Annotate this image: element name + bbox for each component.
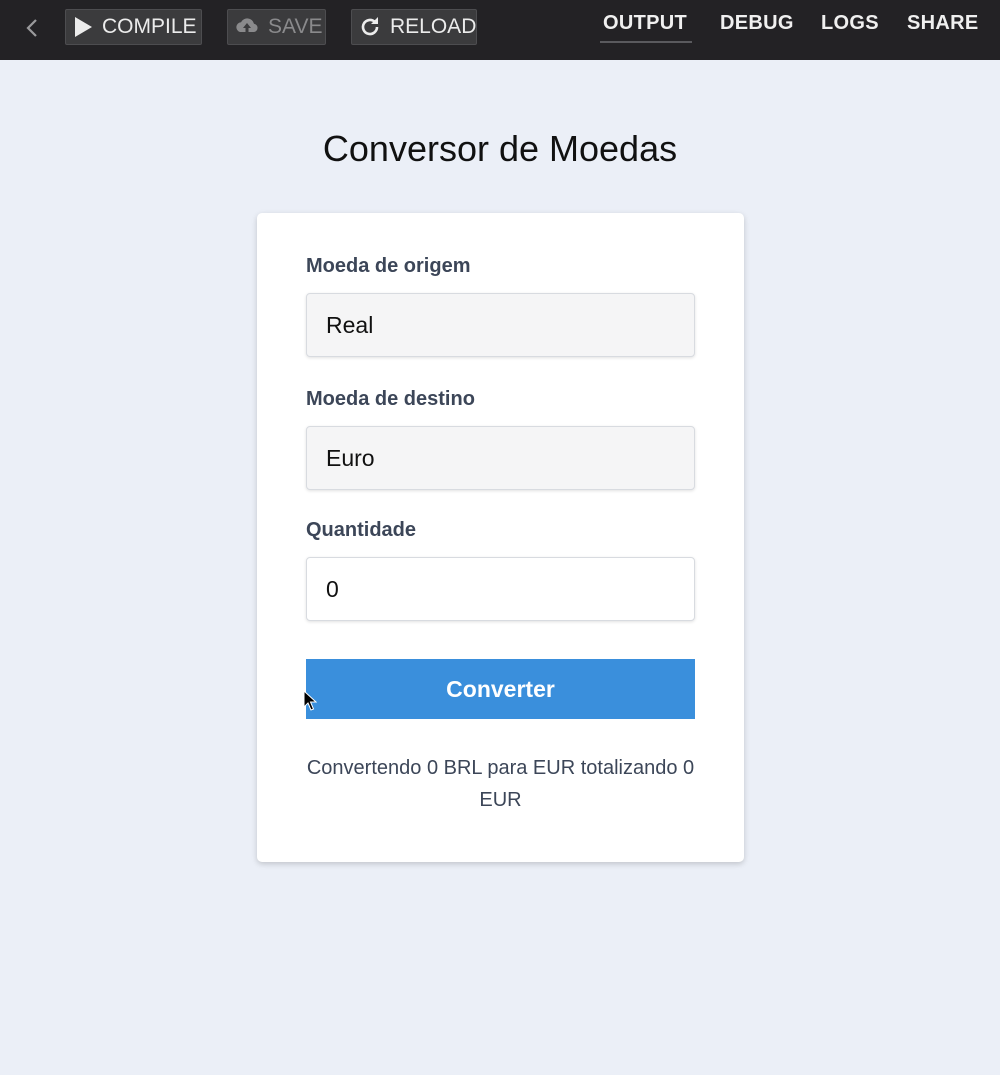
quantity-label: Quantidade	[306, 519, 417, 541]
compile-label: COMPILE	[102, 15, 197, 38]
destination-currency-label: Moeda de destino	[306, 388, 475, 410]
page-title: Conversor de Moedas	[322, 128, 678, 169]
reload-label: RELOAD	[390, 15, 477, 38]
compile-button[interactable]: COMPILE	[65, 9, 202, 45]
origin-currency-select[interactable]: Real	[306, 293, 695, 357]
tab-logs[interactable]: LOGS	[821, 12, 879, 35]
destination-currency-select[interactable]: Euro	[306, 426, 695, 490]
refresh-icon	[358, 13, 382, 41]
origin-currency-label: Moeda de origem	[306, 255, 471, 277]
reload-button[interactable]: RELOAD	[351, 9, 477, 45]
save-button[interactable]: SAVE	[227, 9, 326, 45]
tab-output[interactable]: OUTPUT	[603, 12, 687, 35]
chevron-left-icon	[26, 19, 37, 37]
active-tab-indicator	[600, 41, 692, 43]
convert-button[interactable]: Converter	[306, 659, 695, 719]
tab-debug[interactable]: DEBUG	[720, 12, 794, 35]
converter-card: Moeda de origem Real Moeda de destino Eu…	[257, 213, 744, 862]
top-toolbar: COMPILE SAVE RELOAD OUTPUT DEBUG LOGS SH…	[0, 0, 1000, 60]
back-button[interactable]	[18, 14, 46, 42]
conversion-result: Convertendo 0 BRL para EUR totalizando 0…	[306, 757, 695, 811]
tab-share[interactable]: SHARE	[907, 12, 979, 35]
save-label: SAVE	[268, 15, 323, 38]
quantity-input[interactable]	[306, 557, 695, 621]
play-icon	[72, 13, 94, 41]
mouse-cursor-icon	[303, 690, 317, 711]
cloud-upload-icon	[234, 13, 260, 41]
